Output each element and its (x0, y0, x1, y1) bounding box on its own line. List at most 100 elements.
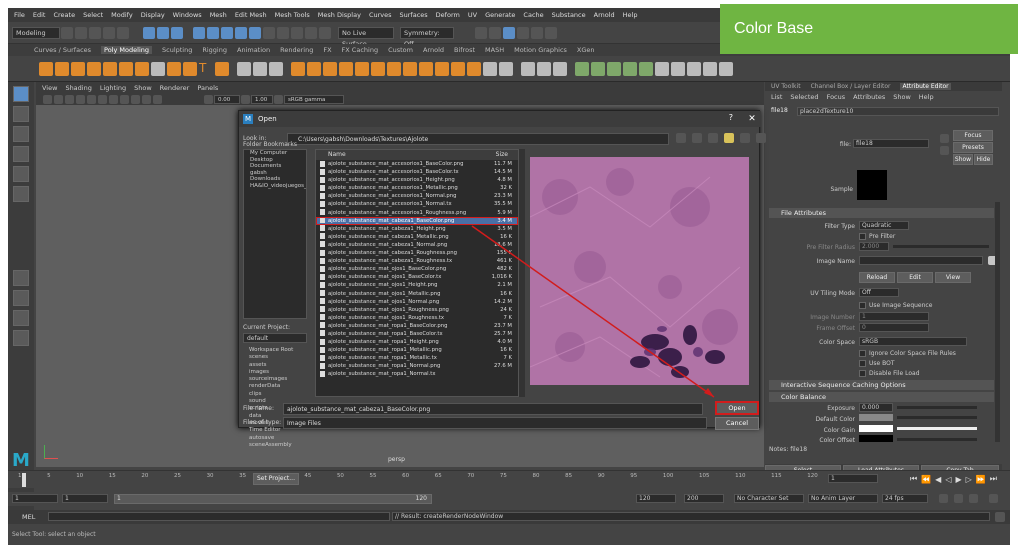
menu-arnold[interactable]: Arnold (594, 11, 615, 19)
crease-icon[interactable] (639, 61, 653, 76)
multi-cut-icon[interactable] (521, 61, 535, 76)
extract-icon[interactable] (355, 61, 369, 76)
file-row[interactable]: ajolote_substance_mat_cabeza1_Normal.png… (316, 241, 518, 249)
poly-cone-icon[interactable] (87, 61, 101, 76)
viewport-menu-lighting[interactable]: Lighting (100, 84, 126, 92)
graph-icon[interactable] (531, 26, 543, 39)
anim-end-field[interactable]: 200 (684, 494, 724, 503)
menu-mesh-display[interactable]: Mesh Display (318, 11, 361, 19)
connect-icon[interactable] (623, 61, 637, 76)
time-slider[interactable]: 1510152025303540455055606570758085909510… (8, 470, 1010, 488)
smooth-icon[interactable] (269, 61, 283, 76)
channels-icon[interactable] (545, 26, 557, 39)
lasso-tool-icon[interactable] (13, 106, 29, 122)
pre-filter-radius-field[interactable]: 2.000 (859, 242, 889, 251)
script-language-label[interactable]: MEL (22, 513, 35, 521)
hide-button[interactable]: Hide (974, 154, 993, 165)
step-back-key-icon[interactable]: ⏪ (921, 475, 931, 484)
file-row[interactable]: ajolote_substance_mat_ropa1_Normal.tx (316, 370, 518, 378)
shelf-tab-arnold[interactable]: Arnold (423, 46, 444, 54)
file-row[interactable]: ajolote_substance_mat_accesorios1_BaseCo… (316, 168, 518, 176)
view-transform-dropdown[interactable]: sRGB gamma (284, 94, 344, 104)
viewport-menu-renderer[interactable]: Renderer (160, 84, 190, 92)
anim-prefs-icon[interactable] (989, 494, 998, 503)
playback-end-field[interactable]: 120 (636, 494, 676, 503)
four-view-layout-icon[interactable] (13, 290, 29, 306)
file-attributes-section[interactable]: File Attributes (769, 208, 994, 218)
presets-button[interactable]: Presets (953, 142, 993, 153)
ae-menu-attributes[interactable]: Attributes (853, 93, 885, 101)
project-folder-item[interactable]: clips (243, 391, 307, 398)
menu-edit-mesh[interactable]: Edit Mesh (235, 11, 267, 19)
play-backward-icon[interactable]: ◁ (945, 475, 951, 484)
default-color-swatch[interactable] (859, 414, 893, 421)
file-row[interactable]: ajolote_substance_mat_ojos1_Normal.png 14… (316, 298, 518, 306)
paint-select-icon[interactable] (13, 126, 29, 142)
target-weld-icon[interactable] (607, 61, 621, 76)
file-row[interactable]: ajolote_substance_mat_ojos1_BaseColor.tx… (316, 273, 518, 281)
shelf-tab-rigging[interactable]: Rigging (202, 46, 227, 54)
pre-filter-radius-slider[interactable] (893, 245, 989, 248)
checker-icon[interactable] (671, 61, 685, 76)
merge-icon[interactable] (451, 61, 465, 76)
anim-layer-dropdown[interactable]: No Anim Layer (808, 494, 878, 503)
playback-start-field[interactable]: 1 (62, 494, 108, 503)
command-input[interactable] (48, 512, 390, 521)
snap-curve-icon[interactable] (207, 26, 219, 39)
bookmark-item[interactable]: HA&IO_videojuegos_s (244, 183, 306, 190)
file-row[interactable]: ajolote_substance_mat_ojos1_BaseColor.pn… (316, 265, 518, 273)
cancel-button[interactable]: Cancel (715, 417, 759, 430)
image-plane-icon[interactable] (65, 94, 74, 104)
separate-icon[interactable] (253, 61, 267, 76)
menu-file[interactable]: File (14, 11, 25, 19)
quad-draw-icon[interactable] (575, 61, 589, 76)
current-frame-field[interactable]: 1 (828, 474, 878, 483)
boolean-difference-icon[interactable] (307, 61, 321, 76)
exposure-slider[interactable] (897, 406, 977, 409)
color-offset-swatch[interactable] (859, 435, 893, 442)
super-shape-icon[interactable] (167, 61, 181, 76)
color-space-dropdown[interactable]: sRGB (859, 337, 967, 346)
svg-icon[interactable] (215, 61, 229, 76)
menu-surfaces[interactable]: Surfaces (400, 11, 428, 19)
symmetry-dropdown[interactable]: Symmetry: Off (400, 26, 454, 48)
select-tool-icon[interactable] (13, 86, 29, 102)
uv-tiling-dropdown[interactable]: Off (859, 288, 899, 297)
menu-windows[interactable]: Windows (173, 11, 202, 19)
smooth-shade-icon[interactable] (98, 94, 107, 104)
fill-icon[interactable] (483, 61, 497, 76)
use-bot-checkbox[interactable] (859, 360, 866, 367)
file-row[interactable]: ajolote_substance_mat_accesorios1_Normal… (316, 192, 518, 200)
pivot-icon[interactable] (703, 61, 717, 76)
file-row[interactable]: ajolote_substance_mat_cabeza1_Metallic.p… (316, 233, 518, 241)
size-column-header[interactable]: Size (496, 150, 508, 160)
textured-icon[interactable] (109, 94, 118, 104)
file-node-name-field[interactable]: file18 (853, 139, 929, 148)
menu-display[interactable]: Display (141, 11, 165, 19)
file-row[interactable]: ajolote_substance_mat_accesorios1_BaseCo… (316, 160, 518, 168)
file-row[interactable]: ajolote_substance_mat_ropa1_BaseColor.tx… (316, 330, 518, 338)
text-icon[interactable]: T (199, 62, 213, 76)
workspace-icon[interactable] (475, 26, 487, 39)
open-scene-icon[interactable] (75, 26, 87, 39)
menu-mesh[interactable]: Mesh (210, 11, 227, 19)
project-folder-item[interactable]: images (243, 369, 307, 376)
uv-editor-icon[interactable] (655, 61, 669, 76)
extrude-icon[interactable] (435, 61, 449, 76)
input-connection-icon[interactable] (940, 134, 949, 143)
mode-dropdown[interactable]: Modeling (12, 26, 60, 39)
grid-icon[interactable] (76, 94, 85, 104)
ae-menu-list[interactable]: List (771, 93, 782, 101)
project-folder-item[interactable]: autosave (243, 435, 307, 442)
project-folder-item[interactable]: sceneAssembly (243, 442, 307, 449)
shelf-tab-poly-modeling[interactable]: Poly Modeling (101, 46, 152, 54)
bridge-icon[interactable] (419, 61, 433, 76)
color-offset-slider[interactable] (897, 438, 977, 441)
select-by-hierarchy-icon[interactable] (143, 26, 155, 39)
color-balance-section[interactable]: Color Balance (769, 392, 994, 402)
file-row[interactable]: ajolote_substance_mat_ropa1_BaseColor.pn… (316, 322, 518, 330)
hypershade-icon[interactable] (319, 26, 331, 39)
menu-modify[interactable]: Modify (111, 11, 133, 19)
menu-edit[interactable]: Edit (33, 11, 46, 19)
layout-icon[interactable] (489, 26, 501, 39)
